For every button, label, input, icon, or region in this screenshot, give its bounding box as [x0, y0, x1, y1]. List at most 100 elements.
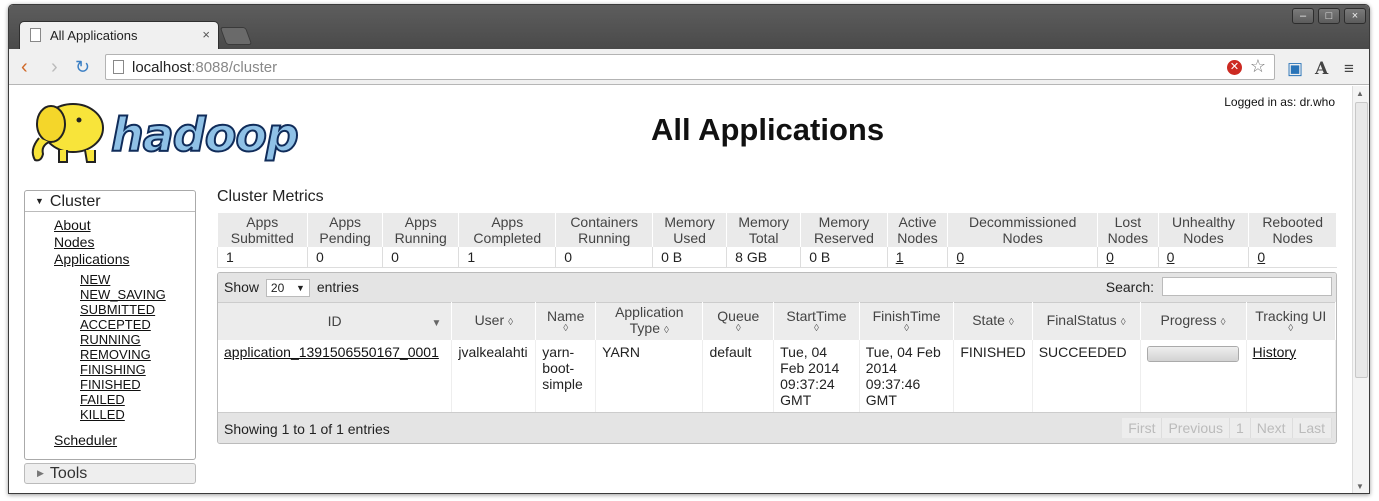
- nav-state-new-saving[interactable]: NEW_SAVING: [80, 287, 166, 302]
- next-page-button[interactable]: Next: [1250, 417, 1293, 438]
- sort-icon: ◊: [735, 323, 741, 335]
- scroll-down-icon[interactable]: ▼: [1356, 482, 1364, 491]
- pagination: First Previous 1 Next Last: [1122, 417, 1332, 438]
- browser-window: All Applications × – □ × ‹ › ↻ localhost…: [8, 4, 1370, 494]
- reload-icon[interactable]: ↻: [75, 57, 90, 77]
- vertical-scrollbar[interactable]: ▲ ▼: [1352, 86, 1369, 493]
- nav-state-submitted[interactable]: SUBMITTED: [80, 302, 155, 317]
- col-progress[interactable]: Progress ◊: [1140, 302, 1247, 340]
- metric-header: Apps Submitted: [217, 213, 309, 247]
- metric-value: 0: [555, 247, 653, 268]
- forward-icon[interactable]: ›: [51, 57, 58, 77]
- col-tracking-ui[interactable]: Tracking UI ◊: [1246, 302, 1336, 340]
- application-id-link[interactable]: application_1391506550167_0001: [224, 344, 439, 360]
- logo-text: hadoop: [110, 107, 300, 163]
- cluster-header[interactable]: ▼ Cluster: [25, 191, 195, 212]
- metric-value[interactable]: 0: [1157, 247, 1249, 268]
- sort-icon: ◊: [1220, 316, 1226, 328]
- tab-close-icon[interactable]: ×: [202, 27, 210, 42]
- search-label: Search:: [1105, 279, 1154, 295]
- page-1-button[interactable]: 1: [1229, 417, 1251, 438]
- nav-item-nodes[interactable]: Nodes: [54, 234, 94, 250]
- tools-section[interactable]: ▶ Tools: [24, 463, 196, 484]
- expanded-triangle-icon: ▼: [35, 196, 44, 206]
- cell-tracking: History: [1246, 339, 1336, 412]
- sort-icon: ◊: [813, 323, 819, 335]
- metric-value[interactable]: 0: [1097, 247, 1159, 268]
- nav-state-failed[interactable]: FAILED: [80, 392, 125, 407]
- nav-item-about[interactable]: About: [54, 217, 91, 233]
- hadoop-logo: hadoop: [25, 94, 325, 166]
- blocked-icon[interactable]: ✕: [1227, 60, 1242, 75]
- nav-state-accepted[interactable]: ACCEPTED: [80, 317, 151, 332]
- col-starttime[interactable]: StartTime ◊: [773, 302, 860, 340]
- metric-value: 0: [307, 247, 383, 268]
- nav-state-finished[interactable]: FINISHED: [80, 377, 141, 392]
- col-finalstatus[interactable]: FinalStatus ◊: [1032, 302, 1141, 340]
- cluster-metrics-label: Cluster Metrics: [217, 188, 324, 205]
- metric-value[interactable]: 0: [1248, 247, 1337, 268]
- cluster-section: ▼ Cluster About Nodes Applications NEW NE…: [24, 190, 196, 460]
- last-page-button[interactable]: Last: [1292, 417, 1332, 438]
- address-bar[interactable]: localhost:8088/cluster ✕ ☆: [105, 54, 1275, 80]
- sort-icon: ◊: [1120, 316, 1126, 328]
- sort-icon: ◊: [1008, 316, 1014, 328]
- scroll-up-icon[interactable]: ▲: [1356, 89, 1364, 98]
- col-name[interactable]: Name ◊: [535, 302, 597, 340]
- page-icon: [30, 28, 41, 42]
- scrollbar-thumb[interactable]: [1355, 102, 1368, 378]
- entries-select[interactable]: 20 ▼: [265, 279, 310, 297]
- nav-item-scheduler[interactable]: Scheduler: [54, 432, 117, 448]
- progress-bar: [1146, 345, 1239, 362]
- metric-value[interactable]: 1: [886, 247, 948, 268]
- cell-progress: [1140, 339, 1247, 412]
- page-title: All Applications: [651, 112, 885, 147]
- nav-state-removing[interactable]: REMOVING: [80, 347, 151, 362]
- nav-state-finishing[interactable]: FINISHING: [80, 362, 146, 377]
- metric-header: Containers Running: [555, 213, 654, 247]
- history-link[interactable]: History: [1253, 344, 1297, 360]
- metric-value: 0 B: [800, 247, 888, 268]
- sort-icon: ◊: [563, 323, 569, 335]
- col-queue[interactable]: Queue ◊: [702, 302, 775, 340]
- col-id[interactable]: ID ▼: [218, 302, 453, 340]
- col-state[interactable]: State ◊: [953, 302, 1033, 340]
- browser-toolbar: ‹ › ↻ localhost:8088/cluster ✕ ☆ ▣ A ≡: [9, 49, 1369, 85]
- table-controls: Show 20 ▼ entries Search:: [218, 273, 1336, 302]
- browser-tab[interactable]: All Applications ×: [19, 21, 219, 49]
- first-page-button[interactable]: First: [1122, 417, 1163, 438]
- menu-icon[interactable]: ≡: [1344, 59, 1354, 79]
- col-application-type[interactable]: Application Type ◊: [595, 302, 704, 340]
- metric-value: 8 GB: [726, 247, 801, 268]
- cell-id: application_1391506550167_0001: [218, 339, 453, 412]
- nav-item-applications[interactable]: Applications: [54, 251, 130, 267]
- applications-table: Show 20 ▼ entries Search: ID ▼ User ◊ Name ◊: [217, 272, 1337, 444]
- extension-icon[interactable]: ▣: [1287, 59, 1303, 79]
- metric-value: 0: [382, 247, 459, 268]
- col-user[interactable]: User ◊: [451, 302, 537, 340]
- bookmark-star-icon[interactable]: ☆: [1250, 56, 1266, 77]
- maximize-button[interactable]: □: [1318, 8, 1340, 24]
- metric-header: Apps Running: [382, 213, 460, 247]
- back-icon[interactable]: ‹: [21, 57, 28, 77]
- minimize-button[interactable]: –: [1292, 8, 1314, 24]
- cell-name: yarn-boot-simple: [535, 339, 597, 412]
- nav-state-running[interactable]: RUNNING: [80, 332, 141, 347]
- search-input[interactable]: [1162, 277, 1332, 296]
- new-tab-button[interactable]: [219, 27, 253, 45]
- tab-title: All Applications: [50, 28, 138, 43]
- nav-state-new[interactable]: NEW: [80, 272, 110, 287]
- close-window-button[interactable]: ×: [1344, 8, 1366, 24]
- cell-finalstatus: SUCCEEDED: [1032, 339, 1141, 412]
- metric-value[interactable]: 0: [947, 247, 1098, 268]
- col-finishtime[interactable]: FinishTime ◊: [859, 302, 955, 340]
- previous-page-button[interactable]: Previous: [1162, 417, 1230, 438]
- table-row: application_1391506550167_0001 jvalkeala…: [218, 339, 1336, 412]
- cell-finishtime: Tue, 04 Feb 2014 09:37:46 GMT: [859, 339, 955, 412]
- sort-desc-icon: ▼: [431, 318, 442, 329]
- nav-state-killed[interactable]: KILLED: [80, 407, 125, 422]
- sort-icon: ◊: [904, 323, 910, 335]
- font-icon[interactable]: A: [1315, 59, 1328, 79]
- apps-grid: ID ▼ User ◊ Name ◊ Application Type ◊ Queue ◊…: [218, 302, 1336, 412]
- collapsed-triangle-icon: ▶: [37, 468, 44, 478]
